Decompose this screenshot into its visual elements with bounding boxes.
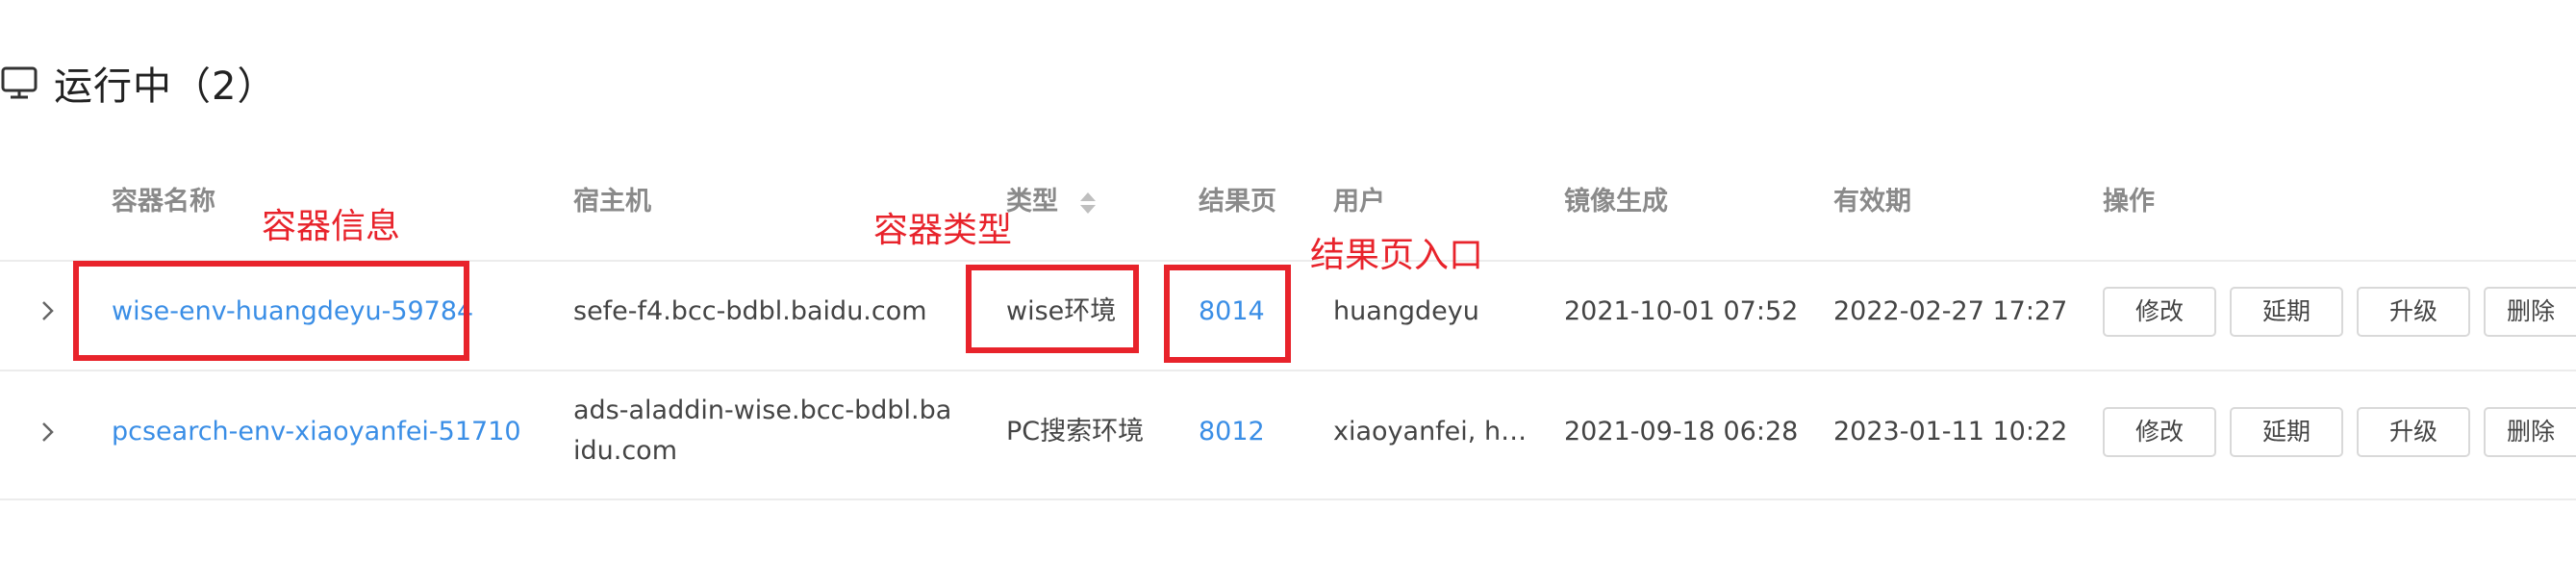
highlight-box-container-type xyxy=(966,265,1139,353)
column-header-user: 用户 xyxy=(1333,187,1385,217)
column-header-name: 容器名称 xyxy=(112,187,215,217)
extend-button[interactable]: 延期 xyxy=(2230,407,2343,457)
host-cell: sefe-f4.bcc-bdbl.baidu.com xyxy=(573,296,927,326)
expand-row-icon[interactable] xyxy=(35,420,60,445)
column-header-expire: 有效期 xyxy=(1833,187,1911,217)
annotation-container-type: 容器类型 xyxy=(873,211,1013,250)
upgrade-button[interactable]: 升级 xyxy=(2357,407,2470,457)
expire-time-cell: 2023-01-11 10:22 xyxy=(1833,417,2068,447)
column-header-actions: 操作 xyxy=(2103,187,2155,217)
expire-time-cell: 2022-02-27 17:27 xyxy=(1833,296,2068,326)
column-header-image: 镜像生成 xyxy=(1564,187,1668,217)
row-divider xyxy=(0,498,2576,500)
container-name-link[interactable]: pcsearch-env-xiaoyanfei-51710 xyxy=(112,413,521,451)
host-cell: ads-aladdin-wise.bcc-bdbl.baidu.com xyxy=(573,396,952,466)
type-cell: PC搜索环境 xyxy=(1006,417,1145,447)
edit-button[interactable]: 修改 xyxy=(2103,407,2216,457)
edit-button[interactable]: 修改 xyxy=(2103,287,2216,337)
image-time-cell: 2021-09-18 06:28 xyxy=(1564,417,1799,447)
upgrade-button[interactable]: 升级 xyxy=(2357,287,2470,337)
annotation-container-info: 容器信息 xyxy=(262,207,401,246)
section-title: 运行中（2） xyxy=(0,56,276,110)
monitor-icon xyxy=(1,66,38,99)
user-cell: huangdeyu xyxy=(1333,296,1479,326)
delete-button[interactable]: 删除 xyxy=(2484,287,2576,337)
column-header-result: 结果页 xyxy=(1199,187,1276,217)
column-header-type-label: 类型 xyxy=(1006,187,1058,217)
column-header-type[interactable]: 类型 xyxy=(1006,183,1098,221)
extend-button[interactable]: 延期 xyxy=(2230,287,2343,337)
result-page-link[interactable]: 8012 xyxy=(1199,413,1265,451)
delete-button[interactable]: 删除 xyxy=(2484,407,2576,457)
section-title-text: 运行中（2） xyxy=(54,64,277,109)
sort-icon[interactable] xyxy=(1078,190,1098,217)
column-header-host: 宿主机 xyxy=(573,187,651,217)
annotation-result-entry: 结果页入口 xyxy=(1310,236,1484,275)
user-cell: xiaoyanfei, h… xyxy=(1333,417,1528,447)
highlight-box-container-info xyxy=(73,261,469,361)
expand-row-icon[interactable] xyxy=(35,298,60,323)
row-divider xyxy=(0,370,2576,371)
image-time-cell: 2021-10-01 07:52 xyxy=(1564,296,1799,326)
highlight-box-result-entry xyxy=(1164,265,1291,363)
